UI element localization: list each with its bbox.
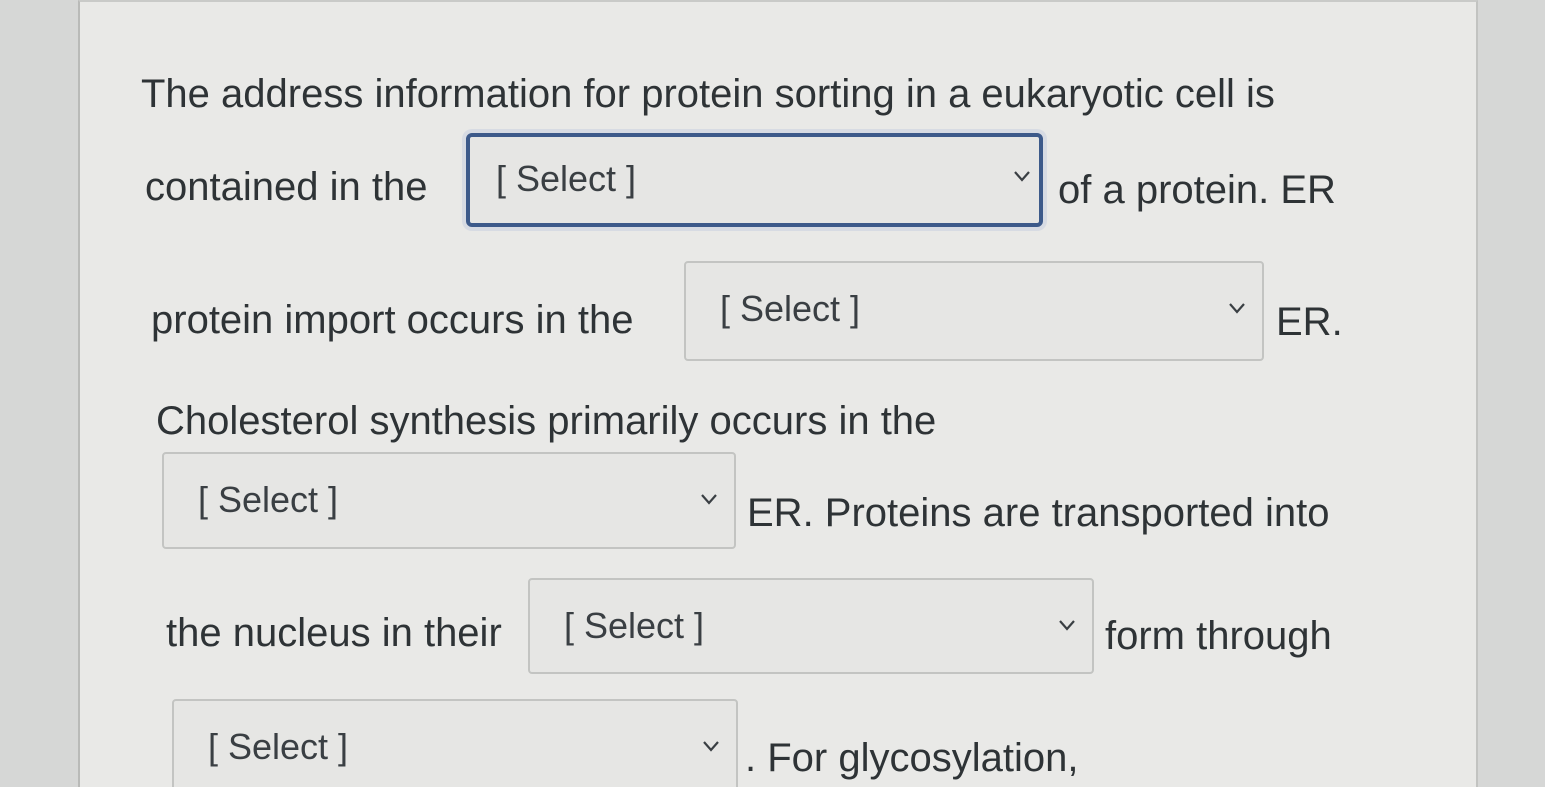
dropdown-select-3[interactable]: [ Select ] (162, 452, 736, 549)
chevron-down-icon (701, 494, 717, 505)
chevron-down-icon (703, 741, 719, 752)
dropdown-select-2[interactable]: [ Select ] (684, 261, 1264, 361)
dropdown-select-5-value: [ Select ] (208, 726, 349, 767)
question-text-line-3-pre: protein import occurs in the (151, 298, 634, 342)
dropdown-select-4-value: [ Select ] (564, 605, 705, 646)
question-text-line-2-post: of a protein. ER (1058, 168, 1336, 212)
question-text-line-2-pre: contained in the (145, 165, 428, 209)
dropdown-select-3-value: [ Select ] (198, 479, 339, 520)
question-text-line-1: The address information for protein sort… (141, 72, 1275, 116)
question-text-line-5-post: ER. Proteins are transported into (747, 491, 1330, 535)
question-text-line-4: Cholesterol synthesis primarily occurs i… (156, 399, 937, 443)
dropdown-select-1-value: [ Select ] (496, 158, 637, 199)
dropdown-select-2-value: [ Select ] (720, 288, 861, 329)
dropdown-select-5[interactable]: [ Select ] (172, 699, 738, 787)
question-text-line-3-post: ER. (1276, 300, 1343, 344)
question-text-line-6-post: form through (1105, 614, 1332, 658)
chevron-down-icon (1014, 171, 1030, 182)
question-text-line-6-pre: the nucleus in their (166, 611, 502, 655)
dropdown-select-1[interactable]: [ Select ] (466, 133, 1043, 227)
chevron-down-icon (1059, 620, 1075, 631)
dropdown-select-4[interactable]: [ Select ] (528, 578, 1094, 674)
chevron-down-icon (1229, 303, 1245, 314)
question-text-line-7-post: . For glycosylation, (745, 736, 1079, 780)
